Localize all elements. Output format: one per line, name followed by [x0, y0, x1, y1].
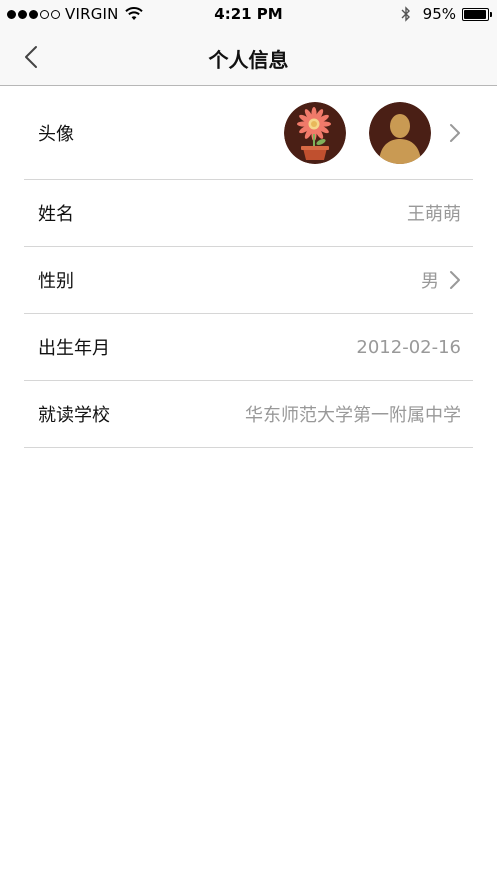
- gender-value: 男: [421, 271, 439, 292]
- person-avatar[interactable]: [369, 102, 431, 164]
- school-row[interactable]: 就读学校 华东师范大学第一附属中学: [24, 381, 473, 448]
- person-avatar-image: [369, 102, 431, 164]
- battery-tip: [490, 11, 492, 17]
- chevron-right-icon: [450, 271, 460, 289]
- row-label: 姓名: [38, 204, 74, 225]
- row-label: 头像: [38, 123, 74, 145]
- birthdate-value: 2012-02-16: [356, 336, 461, 358]
- status-bar: VIRGIN 4:21 PM 95%: [0, 0, 497, 28]
- row-label: 就读学校: [38, 405, 110, 426]
- battery-fill: [464, 9, 486, 19]
- flower-avatar[interactable]: [284, 102, 346, 164]
- navigation-bar: 个人信息: [0, 28, 497, 86]
- page-title: 个人信息: [208, 48, 289, 72]
- name-value: 王萌萌: [407, 204, 461, 225]
- row-label: 出生年月: [38, 338, 110, 359]
- chevron-right-icon: [450, 123, 460, 142]
- battery-percent: 95%: [422, 5, 456, 23]
- row-label: 性别: [38, 271, 74, 292]
- school-value: 华东师范大学第一附属中学: [245, 405, 461, 426]
- birthdate-row[interactable]: 出生年月 2012-02-16: [24, 314, 473, 381]
- flower-avatar-image: [284, 102, 346, 164]
- gender-row[interactable]: 性别 男: [24, 247, 473, 314]
- avatar-options: [284, 102, 431, 164]
- profile-info-list: 头像 姓名 王萌萌 性别 男 出生年月 2012-02-16 就读学校 华东师范…: [24, 86, 473, 448]
- avatar-row[interactable]: 头像: [24, 86, 473, 180]
- bluetooth-icon: [401, 6, 410, 22]
- status-right: 95%: [401, 5, 492, 23]
- battery-icon: [462, 7, 492, 21]
- name-row[interactable]: 姓名 王萌萌: [24, 180, 473, 247]
